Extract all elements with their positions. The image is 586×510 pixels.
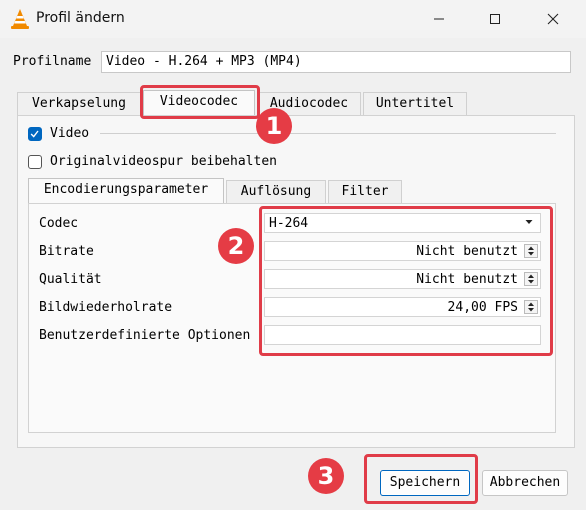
keep-original-label: Originalvideospur beibehalten	[50, 154, 277, 169]
quality-label: Qualität	[39, 272, 102, 287]
sub-tab-bar: Encodierungsparameter Auflösung Filter	[28, 178, 408, 204]
framerate-label: Bildwiederholrate	[39, 300, 173, 315]
maximize-button[interactable]	[472, 0, 518, 38]
highlight-save-button	[364, 454, 478, 504]
tab-verkapselung[interactable]: Verkapselung	[17, 92, 141, 116]
cancel-button[interactable]: Abbrechen	[482, 470, 568, 496]
highlight-params-fields	[259, 206, 553, 356]
close-button[interactable]	[530, 0, 576, 38]
codec-label: Codec	[39, 216, 79, 231]
vlc-cone-icon	[11, 9, 29, 29]
highlight-videocodec-tab	[140, 85, 260, 119]
tab-filter[interactable]: Filter	[328, 180, 402, 204]
annotation-badge-1: 1	[256, 108, 292, 144]
tab-untertitel[interactable]: Untertitel	[363, 92, 467, 116]
group-separator	[100, 133, 556, 134]
video-checkbox[interactable]	[28, 127, 42, 141]
custom-options-label: Benutzerdefinierte Optionen	[39, 328, 251, 343]
window-title: Profil ändern	[36, 10, 125, 26]
keep-original-checkbox[interactable]	[28, 155, 42, 169]
close-icon	[547, 13, 559, 25]
bitrate-label: Bitrate	[39, 244, 94, 259]
minimize-button[interactable]	[416, 0, 462, 38]
video-checkbox-label: Video	[50, 126, 90, 141]
title-bar: Profil ändern	[0, 0, 586, 38]
tab-aufloesung[interactable]: Auflösung	[226, 180, 326, 204]
checkmark-icon	[30, 130, 39, 138]
main-tab-bar: Verkapselung Videocodec Audiocodec Unter…	[17, 90, 577, 116]
profile-name-input[interactable]: Video - H.264 + MP3 (MP4)	[101, 51, 571, 73]
annotation-badge-2: 2	[218, 228, 254, 264]
maximize-icon	[490, 14, 500, 24]
tab-encodierungsparameter[interactable]: Encodierungsparameter	[28, 178, 224, 204]
annotation-badge-3: 3	[308, 458, 344, 494]
profile-name-label: Profilname	[13, 54, 92, 69]
minimize-icon	[434, 18, 444, 20]
